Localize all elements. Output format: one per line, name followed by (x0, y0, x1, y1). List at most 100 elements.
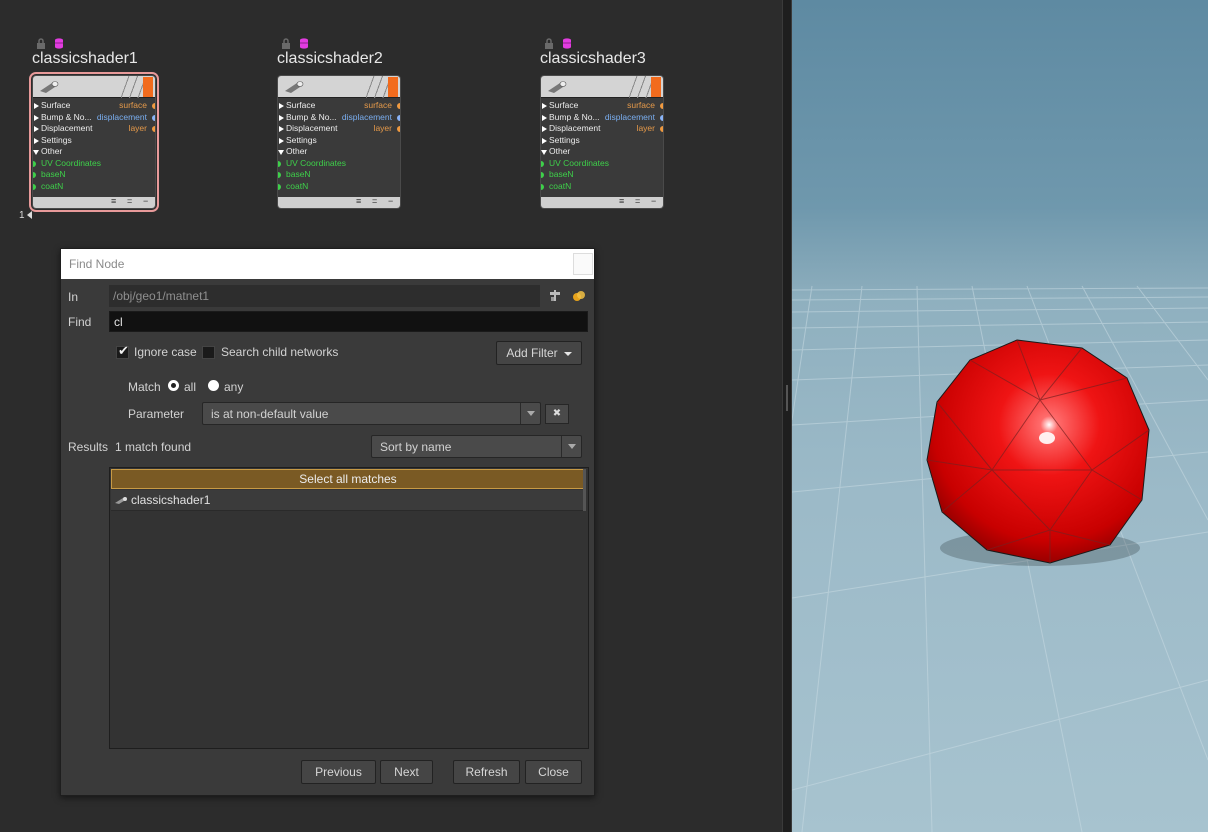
footer-minus-icon[interactable]: − (143, 196, 148, 206)
output-port-dot[interactable] (660, 126, 663, 132)
expand-triangle-icon[interactable] (542, 103, 547, 109)
node-body[interactable]: Surface surface Bump & No... displacement Di… (29, 72, 159, 212)
node-body[interactable]: Surface surface Bump & No... displacement Di… (540, 75, 664, 209)
node-title[interactable]: classicshader1 (32, 50, 138, 68)
node-port-row[interactable]: baseN (278, 169, 400, 181)
input-port-dot[interactable] (278, 183, 281, 190)
input-port-dot[interactable] (541, 183, 544, 190)
footer-menu-icon[interactable]: ≡ (111, 196, 116, 206)
node-port-row[interactable]: Settings (33, 135, 155, 147)
match-any-label[interactable]: any (224, 380, 243, 394)
node-body[interactable]: Surface surface Bump & No... displacement Di… (277, 75, 401, 209)
input-port-dot[interactable] (278, 172, 281, 178)
next-button[interactable]: Next (380, 760, 433, 784)
lock-icon[interactable] (281, 38, 291, 49)
collapse-triangle-icon[interactable] (33, 150, 39, 155)
node-port-row[interactable]: baseN (33, 169, 155, 181)
node-port-row[interactable]: Surface surface (541, 100, 663, 112)
node-port-row[interactable]: coatN (541, 181, 663, 193)
node-title[interactable]: classicshader2 (277, 50, 383, 68)
search-child-networks-checkbox[interactable] (202, 346, 215, 359)
dialog-close-button[interactable] (573, 253, 593, 275)
collapse-triangle-icon[interactable] (541, 150, 547, 155)
node-port-row[interactable]: UV Coordinates (278, 158, 400, 170)
input-port-dot[interactable] (278, 160, 281, 167)
render-flag[interactable] (143, 77, 153, 97)
match-all-label[interactable]: all (184, 380, 196, 394)
node-port-row[interactable]: Bump & No... displacement (33, 112, 155, 124)
list-item[interactable]: classicshader1 (111, 490, 585, 511)
output-port-dot[interactable] (152, 103, 155, 109)
database-icon[interactable] (54, 38, 64, 49)
footer-menu-icon[interactable]: ≡ (619, 196, 624, 206)
node-port-row[interactable]: UV Coordinates (541, 158, 663, 170)
in-path-field[interactable]: /obj/geo1/matnet1 (109, 285, 540, 307)
database-icon[interactable] (299, 38, 309, 49)
output-port-dot[interactable] (660, 114, 663, 121)
lock-icon[interactable] (544, 38, 554, 49)
expand-triangle-icon[interactable] (542, 137, 547, 144)
expand-triangle-icon[interactable] (542, 126, 547, 132)
node-title[interactable]: classicshader3 (540, 50, 646, 68)
node-port-row[interactable]: Surface surface (33, 100, 155, 112)
input-port-dot[interactable] (33, 172, 36, 178)
ignore-case-label[interactable]: Ignore case (134, 345, 197, 359)
lock-icon[interactable] (36, 38, 46, 49)
results-list[interactable]: Select all matches classicshader1 (109, 467, 589, 749)
node-port-row[interactable]: UV Coordinates (33, 158, 155, 170)
add-filter-button[interactable]: Add Filter (496, 341, 582, 365)
footer-equals-icon[interactable]: = (127, 196, 132, 206)
node-port-row[interactable]: Other (541, 146, 663, 158)
node-port-row[interactable]: Other (278, 146, 400, 158)
database-icon[interactable] (562, 38, 572, 49)
render-flag[interactable] (388, 77, 398, 97)
sort-select[interactable]: Sort by name (371, 435, 582, 458)
expand-triangle-icon[interactable] (279, 114, 284, 121)
node-port-row[interactable]: Bump & No... displacement (278, 112, 400, 124)
footer-minus-icon[interactable]: − (388, 196, 393, 206)
input-port-dot[interactable] (541, 172, 544, 178)
node-port-row[interactable]: Displacement layer (33, 123, 155, 135)
node-port-row[interactable]: Settings (541, 135, 663, 147)
select-all-matches-button[interactable]: Select all matches (111, 469, 585, 489)
footer-minus-icon[interactable]: − (651, 196, 656, 206)
network-jump-icon[interactable] (571, 288, 587, 304)
collapse-triangle-icon[interactable] (278, 150, 284, 155)
output-port-dot[interactable] (660, 103, 663, 109)
input-port-dot[interactable] (33, 160, 36, 167)
pin-icon[interactable] (547, 288, 563, 304)
output-port-dot[interactable] (152, 126, 155, 132)
node-port-row[interactable]: Displacement layer (278, 123, 400, 135)
node-port-row[interactable]: coatN (33, 181, 155, 193)
input-port-dot[interactable] (33, 183, 36, 190)
output-port-dot[interactable] (397, 126, 400, 132)
dialog-titlebar[interactable]: Find Node (61, 249, 594, 279)
scene-viewport[interactable] (792, 0, 1208, 832)
footer-equals-icon[interactable]: = (635, 196, 640, 206)
node-port-row[interactable]: coatN (278, 181, 400, 193)
output-port-dot[interactable] (397, 114, 400, 121)
render-flag[interactable] (651, 77, 661, 97)
parameter-select[interactable]: is at non-default value (202, 402, 541, 425)
refresh-button[interactable]: Refresh (453, 760, 520, 784)
expand-triangle-icon[interactable] (34, 103, 39, 109)
previous-button[interactable]: Previous (301, 760, 376, 784)
node-port-row[interactable]: Displacement layer (541, 123, 663, 135)
results-scrollbar[interactable] (583, 469, 586, 511)
remove-filter-button[interactable]: ✖ (545, 404, 569, 424)
node-port-row[interactable]: Surface surface (278, 100, 400, 112)
match-all-radio[interactable] (168, 380, 179, 391)
expand-triangle-icon[interactable] (34, 137, 39, 144)
search-child-networks-label[interactable]: Search child networks (221, 345, 338, 359)
node-port-row[interactable]: Settings (278, 135, 400, 147)
node-port-row[interactable]: Other (33, 146, 155, 158)
footer-equals-icon[interactable]: = (372, 196, 377, 206)
expand-triangle-icon[interactable] (279, 126, 284, 132)
expand-triangle-icon[interactable] (34, 114, 39, 121)
network-editor[interactable]: classicshader1 Surface surface Bump & No..… (0, 0, 782, 832)
find-input[interactable]: cl (109, 311, 588, 332)
ignore-case-checkbox[interactable]: ✔ (116, 343, 129, 359)
node-port-row[interactable]: Bump & No... displacement (541, 112, 663, 124)
close-button[interactable]: Close (525, 760, 582, 784)
expand-triangle-icon[interactable] (542, 114, 547, 121)
